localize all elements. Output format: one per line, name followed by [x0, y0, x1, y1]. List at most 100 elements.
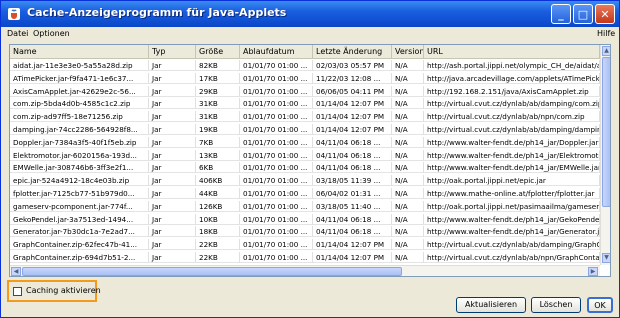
table-row[interactable]: GraphContainer.zip-62fec47b-41... Jar 22KB… [10, 239, 600, 251]
cell-type: Jar [149, 226, 196, 238]
cell-expiry: 01/01/70 01:00 ... [240, 98, 313, 110]
cell-type: Jar [149, 85, 196, 97]
column-header-url[interactable]: URL [424, 45, 600, 59]
column-header-version[interactable]: Version [392, 45, 424, 59]
cell-expiry: 01/01/70 01:00 ... [240, 200, 313, 212]
cell-last-modified: 01/14/04 12:07 PM [313, 124, 392, 135]
cell-size: 82KB [196, 60, 240, 71]
cell-type: Jar [149, 98, 196, 110]
menu-optionen[interactable]: Optionen [33, 29, 70, 38]
cell-size: 31KB [196, 111, 240, 123]
cell-type: Jar [149, 175, 196, 187]
cell-version: N/A [392, 85, 424, 97]
cell-version: N/A [392, 111, 424, 123]
table-row[interactable]: Doppler.jar-7384a3f5-40f1f5eb.zip Jar 7KB 0… [10, 136, 600, 148]
cell-size: 29KB [196, 85, 240, 97]
cell-type: Jar [149, 149, 196, 161]
cell-last-modified: 01/14/04 12:07 PM [313, 252, 392, 263]
cell-name: GekoPendel.jar-3a7513ed-1494... [10, 213, 149, 225]
cell-url: http://java.arcadevillage.com/applets/AT… [424, 72, 600, 84]
cell-expiry: 01/01/70 01:00 ... [240, 162, 313, 174]
cell-size: 44KB [196, 188, 240, 199]
cell-type: Jar [149, 200, 196, 212]
maximize-button[interactable]: □ [573, 4, 593, 24]
cell-size: 22KB [196, 239, 240, 251]
cell-expiry: 01/01/70 01:00 ... [240, 124, 313, 135]
cell-name: gameserv-pcomponent.jar-774f... [10, 200, 149, 212]
cell-expiry: 01/01/70 01:00 ... [240, 239, 313, 251]
cell-name: Elektromotor.jar-6020156a-193d... [10, 149, 149, 161]
table-row[interactable]: epic.jar-524a4912-18c4e03b.zip Jar 406KB 01… [10, 175, 600, 187]
cell-url: http://www.walter-fendt.de/ph14_jar/Dopp… [424, 136, 600, 148]
scroll-up-icon[interactable]: ▲ [602, 46, 610, 56]
table-row[interactable]: ATimePicker.jar-f9fa471-1e6c37... Jar 17KB… [10, 72, 600, 84]
cell-url: http://192.168.2.151/java/AxisCamApplet.… [424, 85, 600, 97]
caching-checkbox[interactable] [13, 287, 22, 296]
table-row[interactable]: fplotter.jar-7125cb77-51b979d0... Jar 44KB… [10, 188, 600, 199]
column-header-expiry[interactable]: Ablaufdatum [240, 45, 313, 59]
column-header-name[interactable]: Name [10, 45, 149, 59]
vertical-scroll-thumb[interactable] [602, 57, 610, 207]
table-row[interactable]: com.zip-5bda4d0b-4585c1c2.zip Jar 31KB 01/0… [10, 98, 600, 110]
column-header-last-modified[interactable]: Letzte Änderung [313, 45, 392, 59]
cell-url: http://www.walter-fendt.de/ph14_jar/Geko… [424, 213, 600, 225]
title-bar[interactable]: Cache-Anzeigeprogramm für Java-Applets _… [1, 1, 619, 27]
caching-label: Caching aktivieren [26, 286, 101, 295]
table-row[interactable]: GekoPendel.jar-3a7513ed-1494... Jar 10KB 01… [10, 213, 600, 225]
column-header-type[interactable]: Typ [149, 45, 196, 59]
cell-expiry: 01/01/70 01:00 ... [240, 85, 313, 97]
cell-version: N/A [392, 136, 424, 148]
table-row[interactable]: AxisCamApplet.jar-42629e2c-56... Jar 29KB 0… [10, 85, 600, 97]
cell-version: N/A [392, 226, 424, 238]
table-row[interactable]: aidat.jar-11e3e3e0-5a55a28d.zip Jar 82KB 01… [10, 60, 600, 71]
cell-version: N/A [392, 149, 424, 161]
menu-datei[interactable]: Datei [7, 29, 28, 38]
table-header: Name Typ Größe Ablaufdatum Letzte Änderu… [10, 45, 600, 59]
cell-url: http://virtual.cvut.cz/dynlab/ab/damping… [424, 124, 600, 135]
minimize-button[interactable]: _ [551, 4, 571, 24]
cell-url: http://www.walter-fendt.de/ph14_jar/Elek… [424, 149, 600, 161]
cell-version: N/A [392, 98, 424, 110]
horizontal-scrollbar[interactable]: ◀ ▶ [10, 265, 600, 276]
scroll-down-icon[interactable]: ▼ [602, 253, 610, 263]
table-row[interactable]: Elektromotor.jar-6020156a-193d... Jar 13KB… [10, 149, 600, 161]
cell-version: N/A [392, 175, 424, 187]
table-row[interactable]: gameserv-pcomponent.jar-774f... Jar 126KB 0… [10, 200, 600, 212]
cell-version: N/A [392, 124, 424, 135]
cell-type: Jar [149, 111, 196, 123]
cell-type: Jar [149, 72, 196, 84]
cell-type: Jar [149, 213, 196, 225]
cell-size: 10KB [196, 213, 240, 225]
cell-last-modified: 11/22/03 12:08 ... [313, 72, 392, 84]
cell-name: EMWelle.jar-308746b6-3ff3e2f1... [10, 162, 149, 174]
cell-url: http://virtual.cvut.cz/dynlab/ab/damping… [424, 239, 600, 251]
caching-option[interactable]: Caching aktivieren [7, 280, 101, 302]
column-header-size[interactable]: Größe [196, 45, 240, 59]
scroll-right-icon[interactable]: ▶ [588, 267, 598, 276]
table-row[interactable]: Generator.jar-7b30dc1a-7e2ad7... Jar 18KB 0… [10, 226, 600, 238]
cell-last-modified: 04/11/04 06:18 ... [313, 136, 392, 148]
table-row[interactable]: GraphContainer.zip-694d7b51-2... Jar 22KB 0… [10, 252, 600, 263]
table-row[interactable]: com.zip-ad97ff5-18e71256.zip Jar 31KB 01/01… [10, 111, 600, 123]
cache-table: Name Typ Größe Ablaufdatum Letzte Änderu… [9, 44, 611, 277]
menu-hilfe[interactable]: Hilfe [597, 29, 615, 38]
cell-version: N/A [392, 213, 424, 225]
cell-size: 6KB [196, 162, 240, 174]
cell-expiry: 01/01/70 01:00 ... [240, 72, 313, 84]
cell-name: Doppler.jar-7384a3f5-40f1f5eb.zip [10, 136, 149, 148]
window-title: Cache-Anzeigeprogramm für Java-Applets [27, 6, 287, 19]
cell-expiry: 01/01/70 01:00 ... [240, 60, 313, 71]
vertical-scrollbar[interactable]: ▲ ▼ [600, 45, 610, 265]
table-row[interactable]: damping.jar-74cc2286-564928f8... Jar 19KB 0… [10, 124, 600, 135]
scroll-left-icon[interactable]: ◀ [11, 267, 21, 276]
cell-name: GraphContainer.zip-62fec47b-41... [10, 239, 149, 251]
cell-url: http://www.walter-fendt.de/ph14_jar/Gene… [424, 226, 600, 238]
table-row[interactable]: EMWelle.jar-308746b6-3ff3e2f1... Jar 6KB 01… [10, 162, 600, 174]
cell-name: epic.jar-524a4912-18c4e03b.zip [10, 175, 149, 187]
cell-size: 22KB [196, 252, 240, 263]
ok-button[interactable]: OK [587, 297, 613, 313]
horizontal-scroll-thumb[interactable] [22, 267, 402, 276]
close-button[interactable]: ✕ [595, 4, 615, 24]
refresh-button[interactable]: Aktualisieren [456, 297, 526, 313]
delete-button[interactable]: Löschen [531, 297, 581, 313]
